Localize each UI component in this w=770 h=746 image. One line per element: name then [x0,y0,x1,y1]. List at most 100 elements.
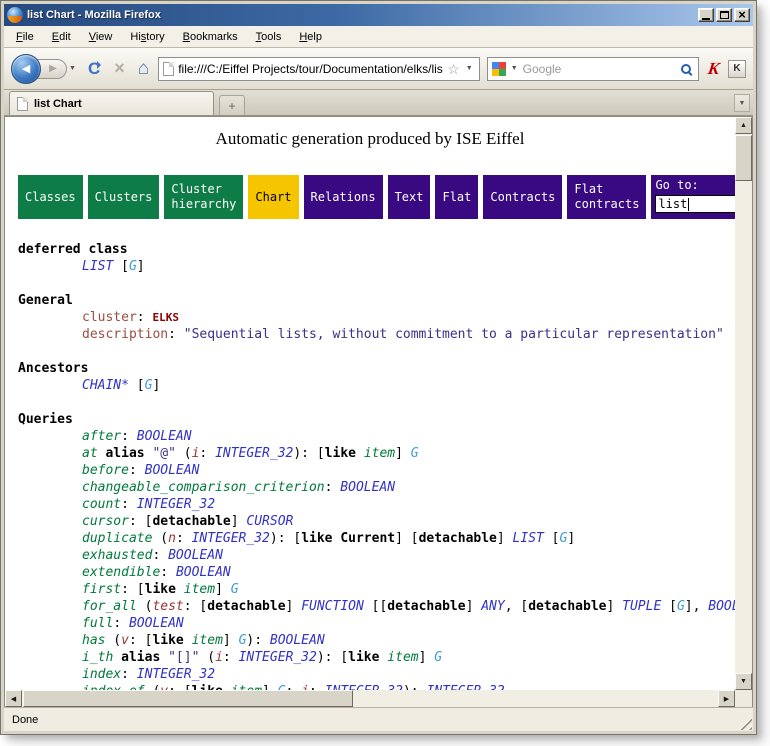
list-all-tabs-icon[interactable]: ▼ [734,94,750,112]
class-link[interactable]: BOOLEAN [129,616,184,631]
search-input[interactable] [523,62,678,76]
search-engine-dropdown-icon[interactable]: ▼ [509,63,520,74]
refresh-button[interactable]: C [85,59,103,79]
maximize-button[interactable] [716,8,732,22]
url-dropdown-icon[interactable]: ▼ [464,63,475,74]
nav-button-chart[interactable]: Chart [248,175,298,219]
class-link[interactable]: ANY [481,599,504,614]
keyword: deferred class [18,242,128,257]
scroll-right-icon[interactable]: ▶ [718,690,735,707]
goto-box: Go to:list [651,175,735,219]
bookmark-star-icon[interactable]: ☆ [447,62,460,76]
home-button[interactable]: ⌂ [136,58,151,80]
history-navigation: ◀ ▶ ▼ [11,54,78,84]
nav-button-text[interactable]: Text [388,175,431,219]
doc-line [18,275,735,292]
text: : [ [129,514,152,529]
address-bar[interactable]: ☆ ▼ [158,57,480,81]
tab-list-chart[interactable]: list Chart [9,91,214,115]
doc-line: Ancestors [18,360,735,377]
class-link[interactable]: BOOLEAN [340,480,395,495]
feature-name: item [364,446,395,461]
menu-file[interactable]: File [8,28,42,46]
nav-button-clusters[interactable]: Clusters [88,175,160,219]
search-box[interactable]: ▼ [487,57,699,81]
vertical-scrollbar[interactable]: ▲ ▼ [735,117,752,690]
vertical-scroll-thumb[interactable] [735,135,752,181]
close-button[interactable] [734,8,750,22]
feature-name: item [184,582,215,597]
generic-parameter: G [129,259,137,274]
tab-page-icon [17,97,28,111]
kaspersky-toolbar-button[interactable]: K [728,60,746,78]
new-tab-button[interactable]: + [219,95,245,115]
class-link[interactable]: BOOLEAN [145,463,200,478]
class-link[interactable]: INTEGER_32 [239,650,317,665]
minimize-button[interactable] [698,8,714,22]
feature-name: extendible [82,565,160,580]
nav-button-flat[interactable]: Flat [435,175,478,219]
menu-bookmarks[interactable]: Bookmarks [175,28,246,46]
class-link[interactable]: INTEGER_32 [215,446,293,461]
text: ] [466,599,482,614]
keyword: detachable [419,531,497,546]
class-link[interactable]: CURSOR [246,514,293,529]
menu-history[interactable]: History [122,28,172,46]
class-link[interactable]: LIST [82,259,113,274]
class-link[interactable]: BOOLEAN [137,429,192,444]
class-link[interactable]: FUNCTION [301,599,364,614]
search-magnifier-icon[interactable] [681,64,691,74]
text: ] [286,599,302,614]
menu-view[interactable]: View [81,28,121,46]
feature-name: item [192,633,223,648]
text [160,650,168,665]
class-link[interactable]: LIST [513,531,544,546]
menu-tools[interactable]: Tools [248,28,290,46]
class-link[interactable]: BOOLEAN [270,633,325,648]
browser-window: list Chart - Mozilla Firefox FileEditVie… [1,1,756,734]
url-input[interactable] [178,62,443,76]
stop-button[interactable]: × [110,58,129,79]
class-link[interactable]: BOOLEAN [168,548,223,563]
doc-line: i_th alias "[]" (i: INTEGER_32): [like i… [18,649,735,666]
horizontal-scrollbar[interactable]: ◀ ▶ [5,690,735,707]
kaspersky-icon[interactable]: K [704,59,722,79]
nav-button-cluster-hierarchy[interactable]: Cluster hierarchy [164,175,243,219]
scroll-left-icon[interactable]: ◀ [5,690,22,707]
page-content: Automatic generation produced by ISE Eif… [5,117,735,690]
scroll-down-icon[interactable]: ▼ [735,673,752,690]
menu-help[interactable]: Help [291,28,330,46]
nav-button-flat-contracts[interactable]: Flat contracts [567,175,646,219]
keyword: like [145,582,176,597]
keyword: like [325,446,356,461]
nav-button-contracts[interactable]: Contracts [483,175,562,219]
class-link[interactable]: BOOLEAN [176,565,231,580]
text [113,650,121,665]
doc-line: at alias "@" (i: INTEGER_32): [like item… [18,445,735,462]
feature-name: i_th [82,650,113,665]
class-link[interactable]: INTEGER_32 [137,667,215,682]
text: : [223,650,239,665]
text: ): [ [270,531,301,546]
back-button[interactable]: ◀ [11,54,41,84]
resize-grip[interactable] [739,717,752,730]
horizontal-scroll-thumb[interactable] [23,690,353,707]
class-link[interactable]: INTEGER_32 [192,531,270,546]
nav-button-relations[interactable]: Relations [304,175,383,219]
nav-button-classes[interactable]: Classes [18,175,83,219]
class-link[interactable]: INTEGER_32 [137,497,215,512]
goto-value: list [658,197,687,211]
class-link[interactable]: TUPLE [622,599,661,614]
doc-line: has (v: [like item] G): BOOLEAN [18,632,735,649]
menu-edit[interactable]: Edit [44,28,79,46]
scroll-up-icon[interactable]: ▲ [735,117,752,134]
text: ] [223,633,239,648]
class-link[interactable]: BOOLEAN [708,599,735,614]
text: : [ [129,633,152,648]
title-bar[interactable]: list Chart - Mozilla Firefox [4,4,753,26]
history-dropdown-icon[interactable]: ▼ [67,63,78,74]
class-link[interactable]: CHAIN* [82,378,129,393]
keyword: alias [105,446,144,461]
keyword: Queries [18,412,73,427]
goto-input[interactable]: list [655,195,735,213]
